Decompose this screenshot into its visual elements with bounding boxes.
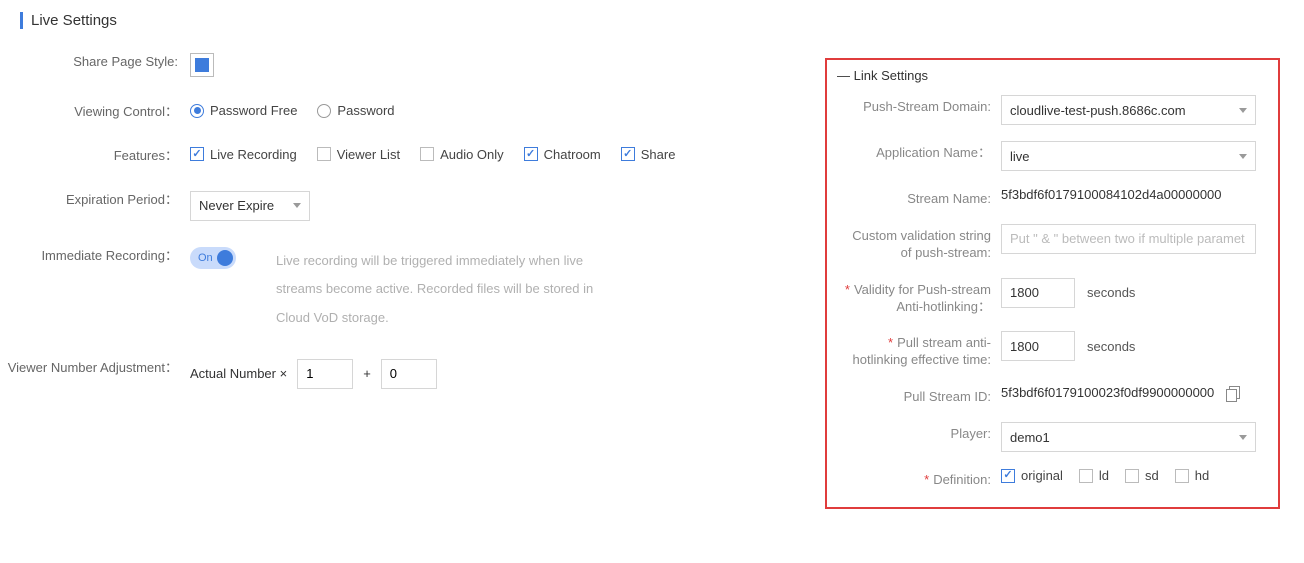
player-label: Player: [841, 420, 1001, 443]
link-settings-panel: Link Settings Push-Stream Domain: cloudl… [825, 58, 1280, 509]
checkbox-label: Chatroom [544, 147, 601, 162]
chevron-down-icon [1239, 435, 1247, 440]
definition-label: *Definition: [841, 466, 1001, 489]
player-select[interactable]: demo1 [1001, 422, 1256, 452]
checkbox-icon [1079, 469, 1093, 483]
pull-stream-id-value: 5f3bdf6f0179100023f0df9900000000 [1001, 385, 1214, 400]
definition-ld[interactable]: ld [1079, 468, 1109, 483]
push-stream-domain-label: Push-Stream Domain: [841, 93, 1001, 116]
chevron-down-icon [1239, 108, 1247, 113]
radio-icon [190, 104, 204, 118]
stream-name-label: Stream Name: [841, 185, 1001, 208]
checkbox-icon [190, 147, 204, 161]
custom-validation-label: Custom validation string of push-stream: [841, 222, 1001, 262]
chevron-down-icon [293, 203, 301, 208]
stream-name-value: 5f3bdf6f0179100084102d4a00000000 [1001, 187, 1222, 202]
viewer-adjust-multiplier-input[interactable] [297, 359, 353, 389]
checkbox-label: Viewer List [337, 147, 400, 162]
viewing-control-label: Viewing Control： [0, 99, 190, 121]
page-title: Live Settings [20, 12, 1304, 29]
toggle-knob-icon [217, 250, 233, 266]
viewer-adjust-plus: + [363, 366, 371, 381]
radio-label: Password [337, 103, 394, 118]
share-page-style-color[interactable] [190, 53, 214, 77]
pull-validity-label: *Pull stream anti-hotlinking effective t… [841, 329, 1001, 369]
chevron-down-icon [1239, 154, 1247, 159]
live-settings-panel: Share Page Style: Viewing Control： Passw… [0, 39, 820, 411]
pull-validity-unit: seconds [1087, 339, 1135, 354]
immediate-recording-hint: Live recording will be triggered immedia… [276, 247, 616, 333]
viewer-number-adjustment-label: Viewer Number Adjustment： [0, 355, 190, 377]
checkbox-icon [1125, 469, 1139, 483]
push-stream-domain-select[interactable]: cloudlive-test-push.8686c.com [1001, 95, 1256, 125]
checkbox-icon [317, 147, 331, 161]
feature-share[interactable]: Share [621, 147, 676, 162]
checkbox-label: original [1021, 468, 1063, 483]
immediate-recording-toggle[interactable]: On [190, 247, 236, 269]
select-value: live [1010, 149, 1030, 164]
push-validity-unit: seconds [1087, 285, 1135, 300]
features-label: Features： [0, 143, 190, 165]
checkbox-label: Live Recording [210, 147, 297, 162]
custom-validation-input[interactable] [1001, 224, 1256, 254]
checkbox-label: Audio Only [440, 147, 504, 162]
checkbox-icon [524, 147, 538, 161]
application-name-select[interactable]: live [1001, 141, 1256, 171]
viewer-adjust-prefix: Actual Number × [190, 366, 287, 381]
radio-icon [317, 104, 331, 118]
application-name-label: Application Name： [841, 139, 1001, 162]
select-value: cloudlive-test-push.8686c.com [1010, 103, 1186, 118]
select-value: Never Expire [199, 198, 274, 213]
checkbox-label: ld [1099, 468, 1109, 483]
viewing-control-password[interactable]: Password [317, 103, 394, 118]
link-settings-legend: Link Settings [837, 68, 1260, 83]
checkbox-label: Share [641, 147, 676, 162]
immediate-recording-label: Immediate Recording： [0, 243, 190, 265]
definition-original[interactable]: original [1001, 468, 1063, 483]
feature-live-recording[interactable]: Live Recording [190, 147, 297, 162]
checkbox-icon [1001, 469, 1015, 483]
push-validity-input[interactable] [1001, 278, 1075, 308]
share-page-style-label: Share Page Style: [0, 49, 190, 71]
expiration-period-select[interactable]: Never Expire [190, 191, 310, 221]
definition-sd[interactable]: sd [1125, 468, 1159, 483]
feature-audio-only[interactable]: Audio Only [420, 147, 504, 162]
checkbox-icon [621, 147, 635, 161]
checkbox-label: hd [1195, 468, 1209, 483]
color-swatch-icon [195, 58, 209, 72]
push-validity-label: *Validity for Push-stream Anti-hotlinkin… [841, 276, 1001, 316]
definition-hd[interactable]: hd [1175, 468, 1209, 483]
pull-validity-input[interactable] [1001, 331, 1075, 361]
checkbox-label: sd [1145, 468, 1159, 483]
feature-viewer-list[interactable]: Viewer List [317, 147, 400, 162]
viewer-adjust-addend-input[interactable] [381, 359, 437, 389]
copy-icon[interactable] [1226, 386, 1240, 400]
pull-stream-id-label: Pull Stream ID: [841, 383, 1001, 406]
select-value: demo1 [1010, 430, 1050, 445]
toggle-state: On [198, 252, 213, 264]
expiration-period-label: Expiration Period： [0, 187, 190, 209]
radio-label: Password Free [210, 103, 297, 118]
checkbox-icon [1175, 469, 1189, 483]
checkbox-icon [420, 147, 434, 161]
feature-chatroom[interactable]: Chatroom [524, 147, 601, 162]
viewing-control-password-free[interactable]: Password Free [190, 103, 297, 118]
